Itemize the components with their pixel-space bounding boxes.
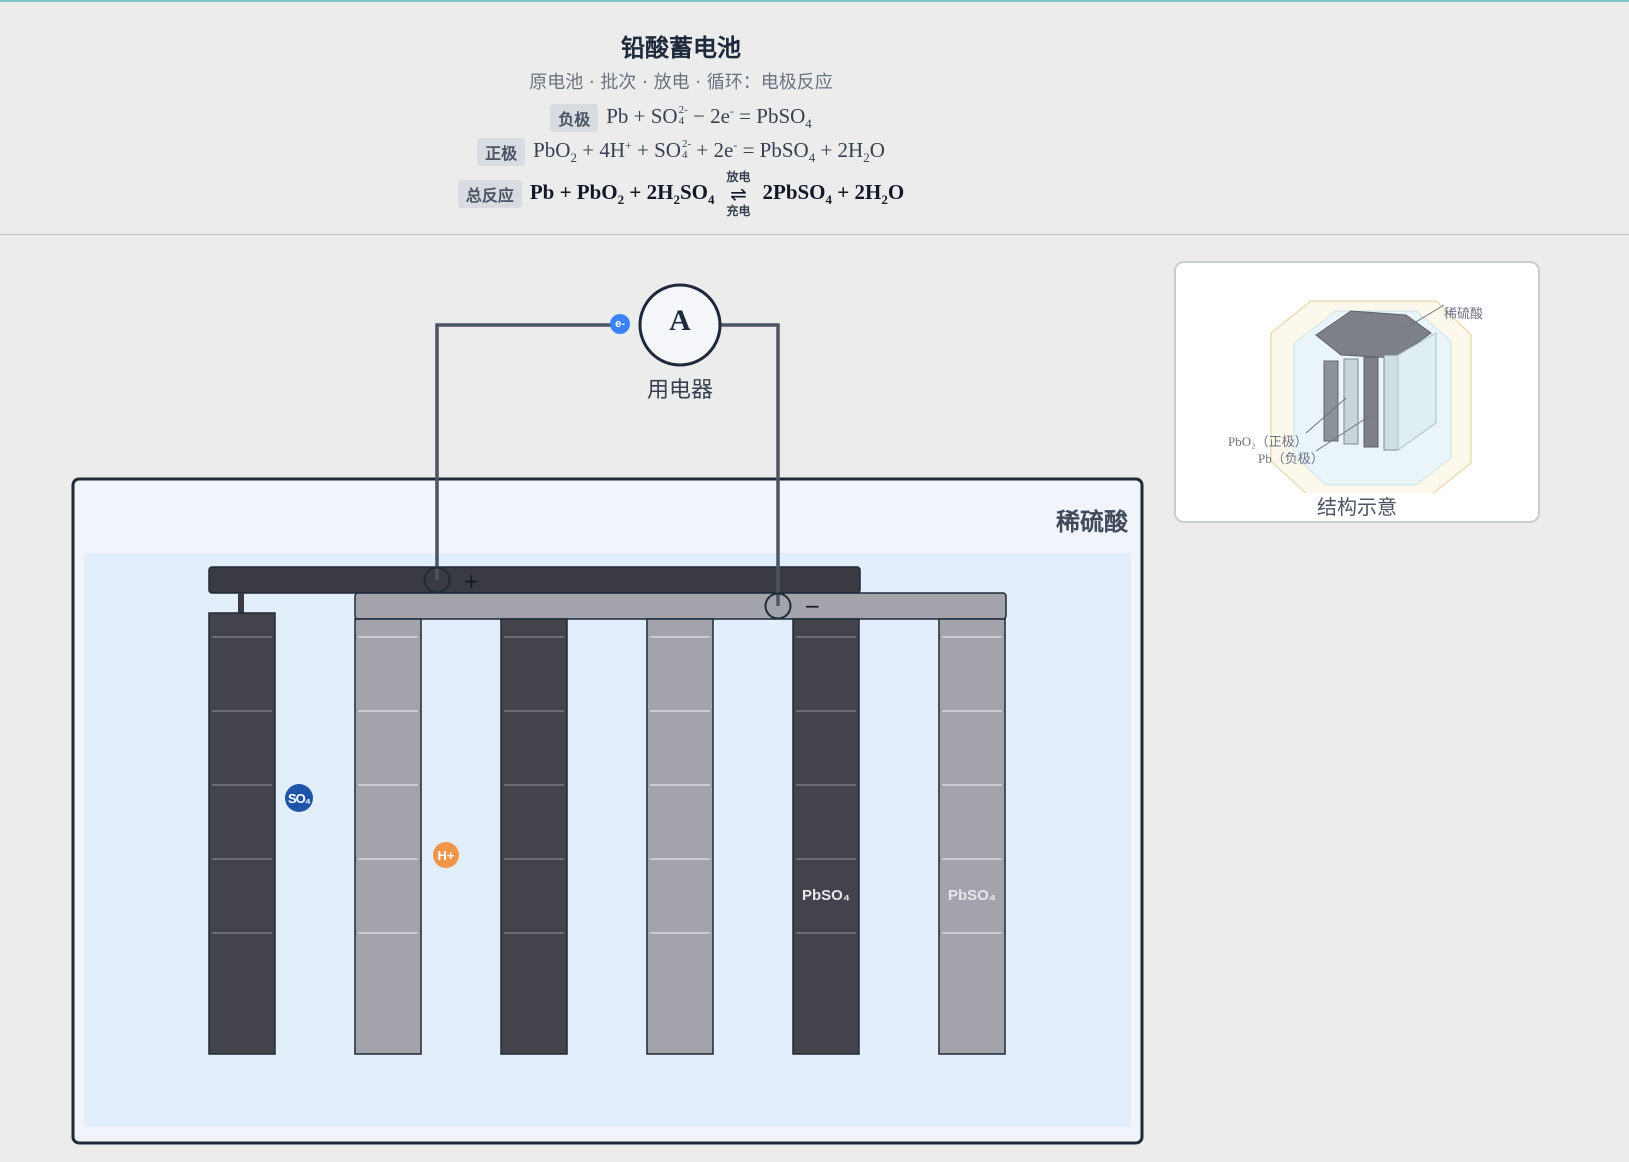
sulfate-ion: SO₄ [285, 784, 313, 812]
positive-bus-bar [208, 566, 861, 594]
load-label: 用电器 [646, 378, 713, 403]
plate-light-2 [646, 618, 714, 1055]
minus-sign: − [804, 594, 821, 618]
electron-particle: e- [610, 314, 630, 334]
plate-dark-3 [792, 618, 860, 1055]
plus-sign: + [463, 569, 480, 593]
structure-card: 稀硫酸 PbO₂（正极） Pb（负极） 结构示意 [1174, 261, 1540, 523]
negative-bus-bar [354, 592, 1007, 620]
plate-dark-2 [500, 618, 568, 1055]
ammeter-symbol: A [669, 304, 691, 337]
structure-caption: 结构示意 [1317, 495, 1397, 519]
structure-label-pb: Pb（负极） [1258, 451, 1324, 466]
pbso4-label-2: PbSO₄ [948, 887, 996, 904]
pbso4-label-1: PbSO₄ [802, 887, 850, 904]
hydrogen-ion: H+ [433, 842, 459, 868]
positive-connector [238, 593, 244, 613]
pbso4-deposit-1: PbSO₄ [791, 881, 861, 911]
battery-diagram [71, 283, 1144, 1145]
electrolyte-label: 稀硫酸 [1056, 508, 1128, 536]
structure-illustration [1270, 300, 1472, 496]
structure-label-acid: 稀硫酸 [1444, 306, 1484, 321]
plate-dark-1 [208, 612, 276, 1055]
pbso4-deposit-2: PbSO₄ [937, 881, 1007, 911]
plate-light-1 [354, 618, 422, 1055]
plate-light-3 [938, 618, 1006, 1055]
